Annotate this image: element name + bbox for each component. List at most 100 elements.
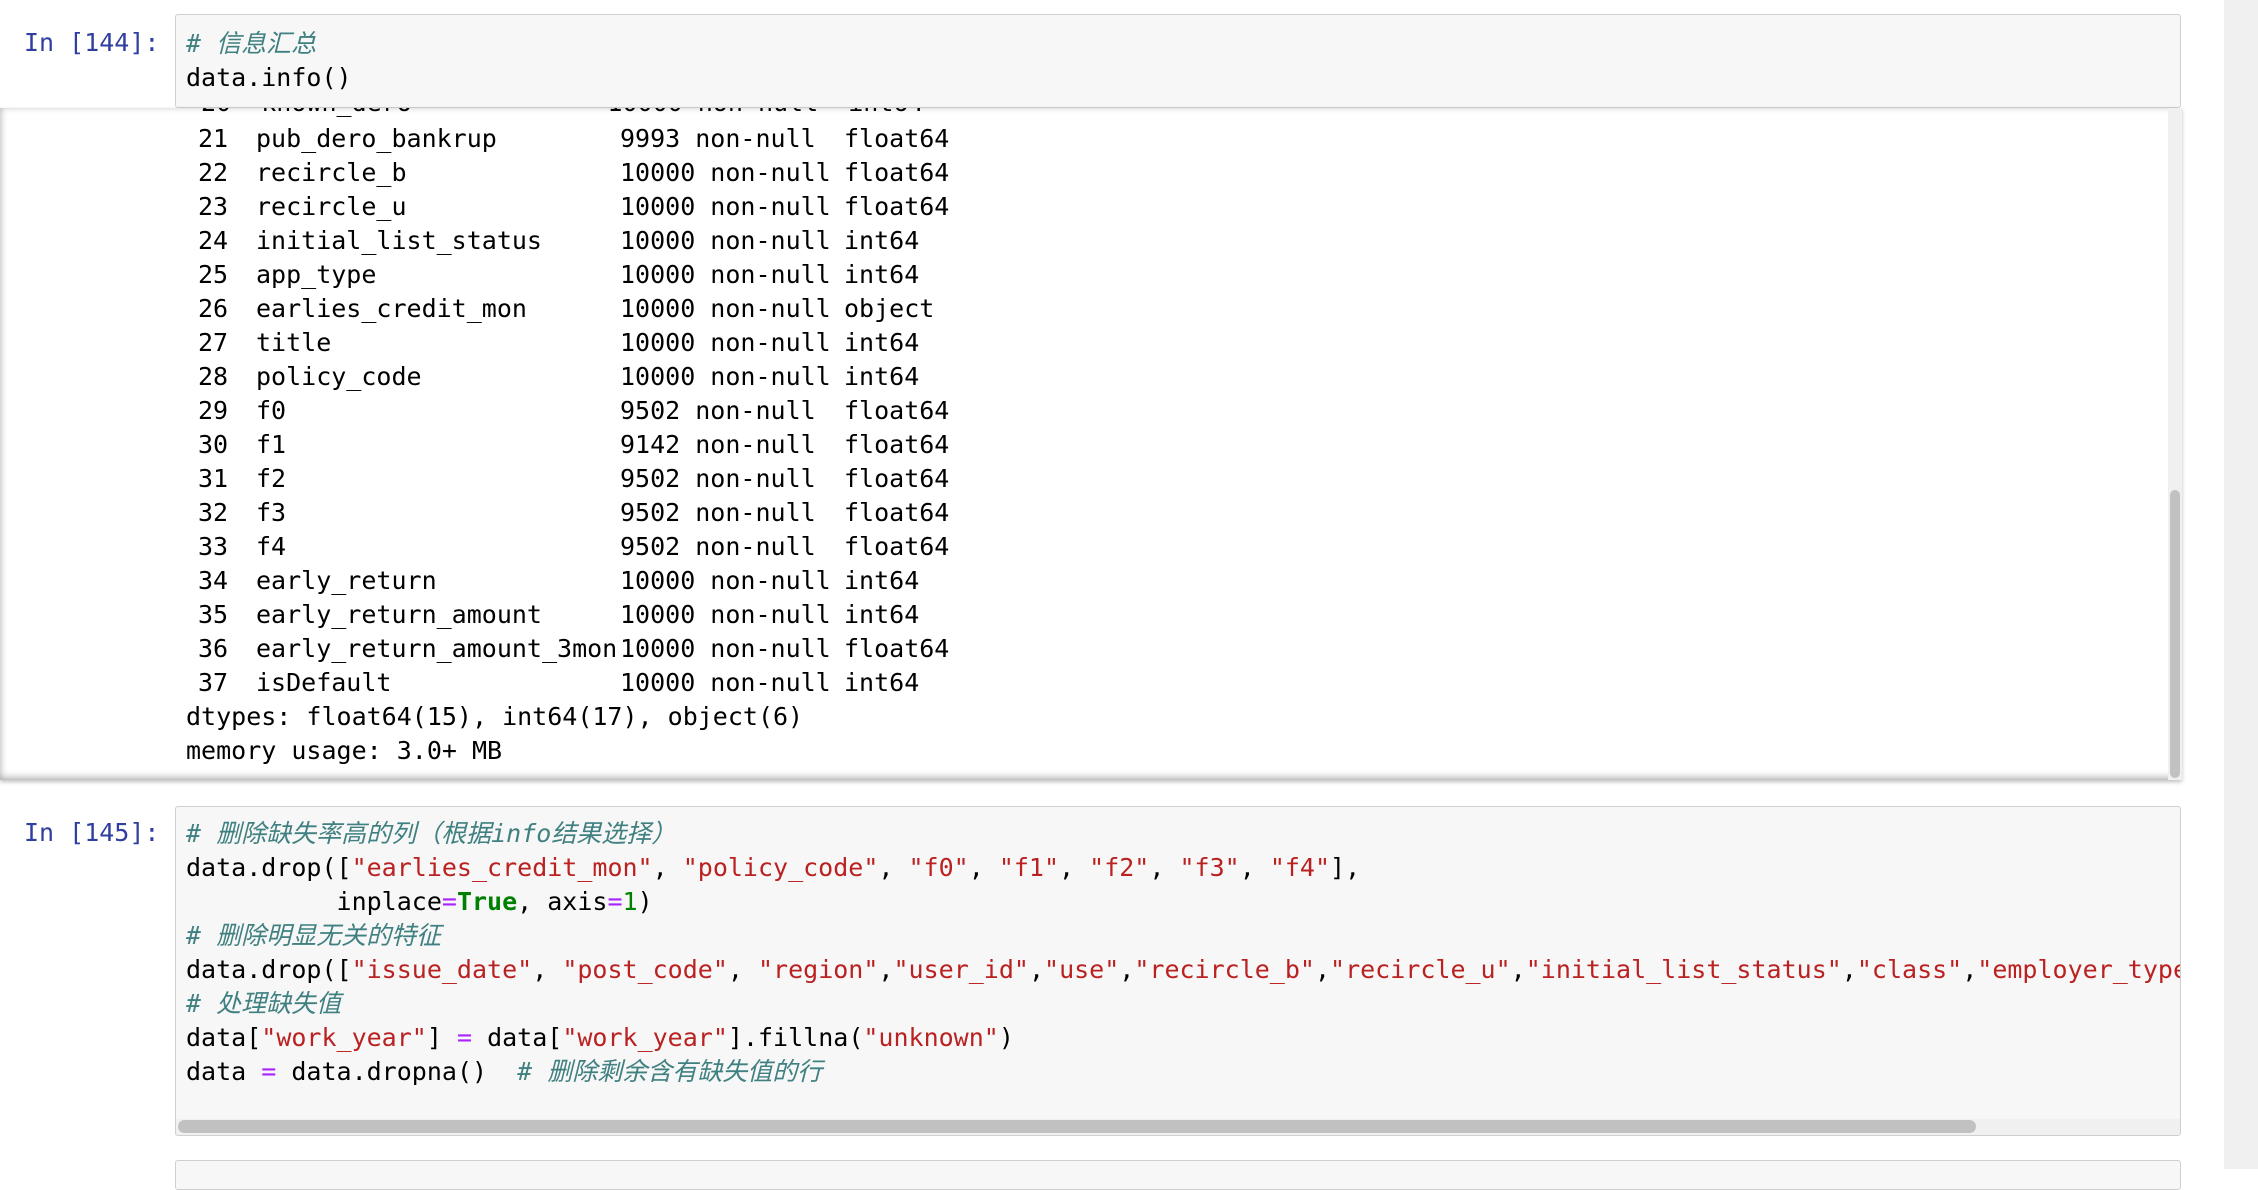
output-vertical-scrollbar[interactable] <box>2168 108 2182 780</box>
code-token: "initial_list_status" <box>1525 955 1842 984</box>
info-column: isDefault <box>256 668 392 697</box>
code-line: # 信息汇总 <box>186 27 316 61</box>
code-line: # 删除缺失率高的列（根据info结果选择） <box>186 817 676 851</box>
cell-144-output-scrollarea[interactable]: 20 known_dero 10000 non-null int64 21 pub… <box>0 108 2182 780</box>
code-token: data.drop([ <box>186 853 352 882</box>
code-token: # 处理缺失值 <box>186 989 342 1018</box>
code-line: data = data.dropna() # 删除剩余含有缺失值的行 <box>186 1055 822 1089</box>
info-column: pub_dero_bankrup <box>256 124 497 153</box>
code-token: , <box>1510 955 1526 984</box>
output-scrollbar-thumb[interactable] <box>2170 490 2180 778</box>
info-count: 9502 non-null <box>620 396 816 425</box>
info-column: f1 <box>256 430 287 459</box>
info-dtype: float64 <box>844 634 950 663</box>
code-token: = <box>607 887 623 916</box>
info-dtype: int64 <box>844 668 920 697</box>
code-token: "recircle_u" <box>1330 955 1511 984</box>
code-token: data[ <box>186 1023 262 1052</box>
info-dtype: int64 <box>844 600 920 629</box>
info-count: 10000 non-null <box>620 226 831 255</box>
code-token: "f4" <box>1269 853 1331 882</box>
info-column: title <box>256 328 332 357</box>
info-idx: 29 <box>198 396 229 425</box>
code-token: = <box>261 1057 277 1086</box>
code-token: "f0" <box>908 853 969 882</box>
info-dtype: int64 <box>844 226 920 255</box>
code-token: "f3" <box>1179 853 1240 882</box>
code-token: "f1" <box>998 853 1060 882</box>
info-dtype: int64 <box>844 362 920 391</box>
code-token: "unknown" <box>863 1023 999 1052</box>
info-dtype: float64 <box>844 124 950 153</box>
code-token: "work_year" <box>562 1023 728 1052</box>
info-dtype: float64 <box>844 396 950 425</box>
code-token: = <box>456 1023 473 1052</box>
info-count: 9502 non-null <box>620 464 816 493</box>
info-dtype: int64 <box>844 328 920 357</box>
info-count: 10000 non-null <box>620 192 831 221</box>
info-dtype: object <box>844 294 935 323</box>
code-token: # 删除明显无关的特征 <box>186 921 442 950</box>
info-idx: 34 <box>198 566 229 595</box>
info-dtype: float64 <box>844 158 950 187</box>
info-column: policy_code <box>256 362 422 391</box>
code-cell-144-input[interactable]: # 信息汇总 data.info() <box>175 14 2181 108</box>
info-idx: 37 <box>198 668 229 697</box>
code-token: data.info() <box>186 63 352 92</box>
code-token: True <box>456 887 518 916</box>
code-token: ].fillna( <box>727 1023 864 1052</box>
next-cell-edge[interactable] <box>175 1160 2181 1190</box>
info-count: 10000 non-null <box>620 260 831 289</box>
info-column: initial_list_status <box>256 226 542 255</box>
code-token: 1 <box>622 887 638 916</box>
code-token: ], <box>1330 853 1361 882</box>
code-token: "issue_date" <box>351 955 533 984</box>
page-vertical-scrollbar[interactable] <box>2224 0 2258 1169</box>
info-column: app_type <box>256 260 377 289</box>
code-token: "user_id" <box>893 955 1029 984</box>
code-token: , <box>1314 955 1331 984</box>
memory-usage: memory usage: 3.0+ MB <box>186 736 503 765</box>
code-token: "region" <box>758 955 879 984</box>
code-token: , <box>1841 955 1857 984</box>
code-line: data.info() <box>186 61 352 95</box>
code-token: "use" <box>1044 955 1120 984</box>
code-token: , <box>1149 853 1180 882</box>
code-token: ) <box>637 887 653 916</box>
info-column: recircle_b <box>256 158 407 187</box>
code-token: inplace <box>186 887 442 916</box>
code-line: data.drop(["earlies_credit_mon", "policy… <box>186 851 1360 885</box>
info-count: 9993 non-null <box>620 124 816 153</box>
code-cell-145-input[interactable]: # 删除缺失率高的列（根据info结果选择） data.drop(["earlie… <box>175 806 2181 1136</box>
code-scrollbar-thumb[interactable] <box>178 1120 1976 1133</box>
info-column: early_return_amount <box>256 600 542 629</box>
code-line: inplace=True, axis=1) <box>186 885 653 919</box>
code-token: , <box>1059 853 1090 882</box>
info-dtype: float64 <box>844 464 950 493</box>
code-line: data.drop(["issue_date", "post_code", "r… <box>186 953 2180 987</box>
info-idx: 21 <box>198 124 229 153</box>
code-token: , <box>1119 955 1135 984</box>
info-count: 10000 non-null <box>620 668 831 697</box>
info-idx: 27 <box>198 328 229 357</box>
info-column: f2 <box>256 464 287 493</box>
code-line: # 删除明显无关的特征 <box>186 919 441 953</box>
info-idx: 22 <box>198 158 229 187</box>
code-token: , <box>652 853 683 882</box>
info-count: 9142 non-null <box>620 430 816 459</box>
info-idx: 35 <box>198 600 229 629</box>
info-count: 9502 non-null <box>620 532 816 561</box>
cell-prompt-145: In [145]: <box>24 818 160 847</box>
code-token: data <box>186 1057 262 1086</box>
info-idx: 24 <box>198 226 229 255</box>
code-token: # 信息汇总 <box>186 29 317 58</box>
code-line: data["work_year"] = data["work_year"].fi… <box>186 1021 1014 1055</box>
info-column: f3 <box>256 498 287 527</box>
code-token: , <box>1239 853 1270 882</box>
code-token: data[ <box>472 1023 563 1052</box>
info-idx: 31 <box>198 464 229 493</box>
info-dtype: float64 <box>844 430 950 459</box>
code-horizontal-scrollbar[interactable] <box>176 1119 2180 1135</box>
info-count: 10000 non-null <box>620 294 831 323</box>
info-count: 10000 non-null <box>620 158 831 187</box>
